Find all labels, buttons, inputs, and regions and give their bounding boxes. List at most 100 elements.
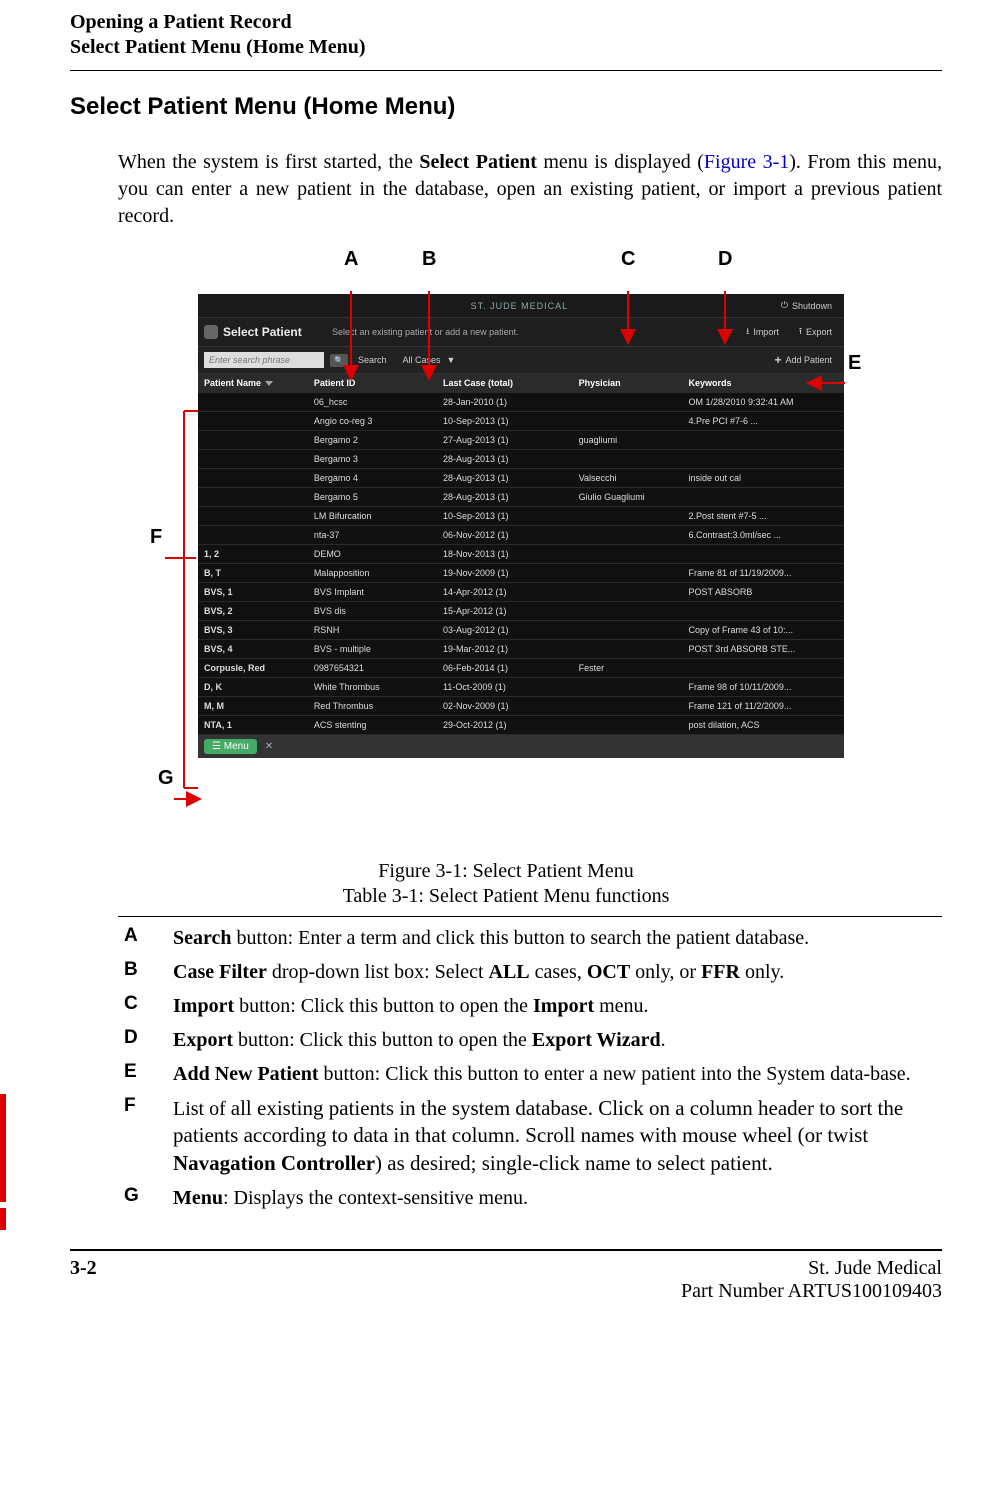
table-cell [573,697,683,716]
func-F-body: all existing patients in the system data… [173,1096,903,1147]
func-E-b1: Add New Patient [173,1063,319,1085]
col-keywords[interactable]: Keywords [682,374,844,393]
table-row[interactable]: BVS, 1BVS Implant14-Apr-2012 (1)POST ABS… [198,583,844,602]
export-button[interactable]: ⭱ Export [793,322,838,342]
table-cell: 4.Pre PCI #7-6 ... [682,412,844,431]
table-cell: POST 3rd ABSORB STE... [682,640,844,659]
close-icon[interactable]: ✕ [265,741,273,752]
table-cell: BVS, 3 [198,621,308,640]
col-physician[interactable]: Physician [573,374,683,393]
ui-topbar: ST. JUDE MEDICAL ⏻ Shutdown [198,294,844,318]
table-cell: 28-Aug-2013 (1) [437,450,573,469]
shutdown-label: Shutdown [792,301,832,311]
table-row[interactable]: Bergamo 227-Aug-2013 (1)guagliumi [198,431,844,450]
table-cell [198,526,308,545]
table-cell: 29-Oct-2012 (1) [437,716,573,735]
table-row[interactable]: D, KWhite Thrombus11-Oct-2009 (1)Frame 9… [198,678,844,697]
table-header-row: Patient Name Patient ID Last Case (total… [198,374,844,393]
user-icon [204,325,218,339]
table-row[interactable]: 1, 2DEMO18-Nov-2013 (1) [198,545,844,564]
func-C-rest: menu. [594,995,648,1017]
brand-logo: ST. JUDE MEDICAL [264,301,775,311]
table-cell [198,469,308,488]
case-filter-dropdown[interactable]: All Cases ▼ [397,353,462,367]
table-cell: Malapposition [308,564,437,583]
func-B-b3: OCT [587,961,630,983]
figure-caption: Figure 3-1: Select Patient Menu [70,860,942,883]
table-cell: OM 1/28/2010 9:32:41 AM [682,393,844,412]
table-cell [682,602,844,621]
import-button[interactable]: ⭳ Import [740,322,785,342]
table-cell [573,507,683,526]
table-cell: B, T [198,564,308,583]
table-cell: 6.Contrast:3.0ml/sec ... [682,526,844,545]
table-cell [573,602,683,621]
func-key-D: D [118,1027,173,1053]
search-go-button[interactable]: 🔍 [330,354,348,367]
table-cell: POST ABSORB [682,583,844,602]
table-cell: Valsecchi [573,469,683,488]
table-cell: 28-Jan-2010 (1) [437,393,573,412]
table-row[interactable]: Bergamo 528-Aug-2013 (1)Giulio Guagliumi [198,488,844,507]
table-cell: BVS, 1 [198,583,308,602]
callout-E: E [848,352,861,375]
power-icon: ⏻ [781,300,788,311]
table-cell: M, M [198,697,308,716]
footer-company: St. Jude Medical [681,1257,942,1280]
table-cell [198,507,308,526]
table-cell [682,431,844,450]
menu-button[interactable]: ☰ Menu [204,739,257,754]
footer-right: St. Jude Medical Part Number ARTUS100109… [681,1257,942,1303]
table-row[interactable]: Bergamo 428-Aug-2013 (1)Valsecchiinside … [198,469,844,488]
table-row[interactable]: 06_hcsc28-Jan-2010 (1)OM 1/28/2010 9:32:… [198,393,844,412]
table-row[interactable]: M, MRed Thrombus02-Nov-2009 (1)Frame 121… [198,697,844,716]
func-desc-G: Menu: Displays the context-sensitive men… [173,1185,942,1211]
table-cell: 02-Nov-2009 (1) [437,697,573,716]
table-row[interactable]: Corpusle, Red098765432106-Feb-2014 (1)Fe… [198,659,844,678]
func-D-b2: Export Wizard [532,1029,661,1051]
menu-icon: ☰ [212,741,221,752]
shutdown-button[interactable]: ⏻ Shutdown [775,298,838,313]
table-cell [573,526,683,545]
table-cell [573,545,683,564]
table-cell: Bergamo 4 [308,469,437,488]
table-row[interactable]: B, TMalapposition19-Nov-2009 (1)Frame 81… [198,564,844,583]
func-key-F: F [118,1095,173,1177]
col-patient-name[interactable]: Patient Name [198,374,308,393]
table-row[interactable]: Bergamo 328-Aug-2013 (1) [198,450,844,469]
table-row[interactable]: nta-3706-Nov-2012 (1)6.Contrast:3.0ml/se… [198,526,844,545]
table-cell [573,450,683,469]
table-cell: 06-Feb-2014 (1) [437,659,573,678]
import-icon: ⭳ [746,324,749,340]
table-row[interactable]: LM Bifurcation10-Sep-2013 (1)2.Post sten… [198,507,844,526]
func-B-b2: ALL [489,961,530,983]
col-last-case[interactable]: Last Case (total) [437,374,573,393]
table-cell [573,564,683,583]
callout-A: A [344,248,358,271]
table-cell [573,716,683,735]
table-row[interactable]: BVS, 3RSNH03-Aug-2012 (1)Copy of Frame 4… [198,621,844,640]
table-row[interactable]: Angio co-reg 310-Sep-2013 (1)4.Pre PCI #… [198,412,844,431]
table-row[interactable]: BVS, 2BVS dis15-Apr-2012 (1) [198,602,844,621]
select-patient-subtitle: Select an existing patient or add a new … [332,327,732,337]
table-row[interactable]: NTA, 1ACS stenting29-Oct-2012 (1)post di… [198,716,844,735]
callout-D: D [718,248,732,271]
col-patient-id[interactable]: Patient ID [308,374,437,393]
add-patient-button[interactable]: + Add Patient [768,351,838,369]
function-table: A Search button: Enter a term and click … [118,916,942,1211]
header-rule [70,70,942,71]
table-cell [682,545,844,564]
export-label: Export [806,327,832,337]
func-key-A: A [118,925,173,951]
func-key-G: G [118,1185,173,1211]
col-patient-name-label: Patient Name [204,378,261,388]
figure-link[interactable]: Figure 3-1 [704,151,789,173]
intro-paragraph: When the system is first started, the Se… [118,149,942,230]
ui-toolbar: 🔍 Search All Cases ▼ + Add Patient [198,347,844,374]
menu-label: Menu [224,741,249,752]
search-button[interactable]: Search [354,353,391,367]
table-row[interactable]: BVS, 4BVS - multiple19-Mar-2012 (1)POST … [198,640,844,659]
table-cell [198,412,308,431]
search-input[interactable] [204,352,324,368]
table-cell: Bergamo 2 [308,431,437,450]
